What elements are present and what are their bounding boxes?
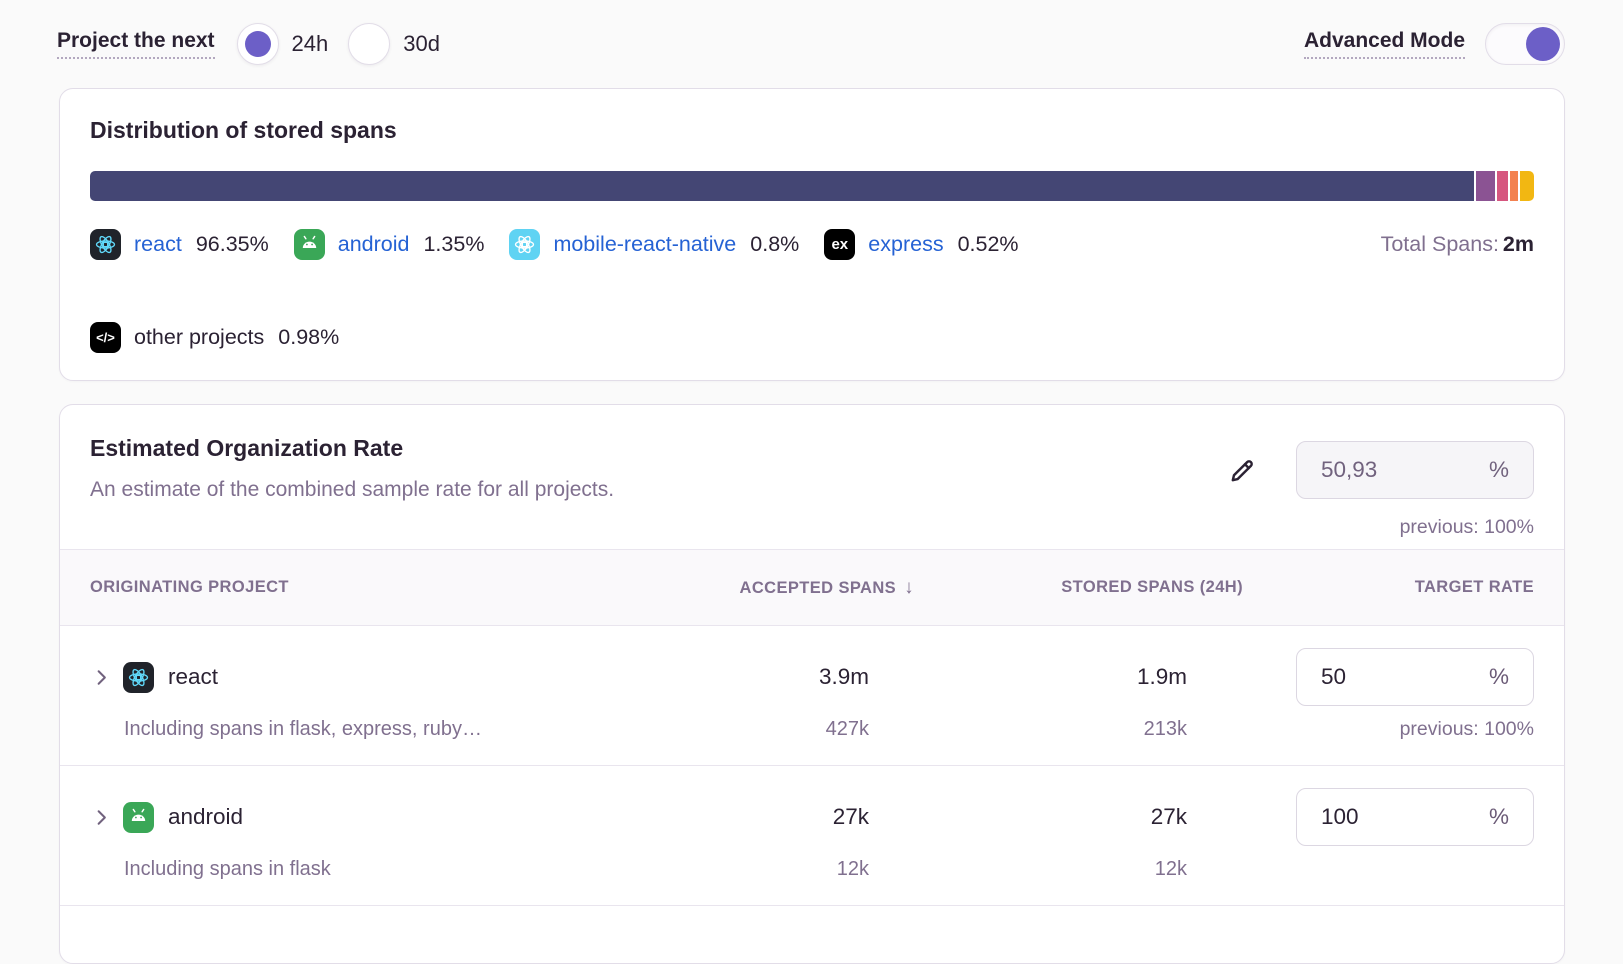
stored-spans-value: 27k: [914, 804, 1243, 830]
advanced-mode-control: Advanced Mode: [1304, 23, 1565, 65]
period-radio-label: 30d: [403, 31, 440, 57]
table-row: react 3.9m 1.9m 50 % Including spans in …: [60, 626, 1564, 766]
legend-project-name[interactable]: react: [134, 232, 182, 257]
legend-project-name: other projects: [134, 325, 264, 350]
react-icon: [123, 662, 154, 693]
org-rate-value: 50,93: [1321, 457, 1377, 483]
radio-unselected-icon: [348, 23, 390, 65]
chevron-right-icon: [90, 806, 113, 829]
accepted-spans-subvalue: 12k: [644, 858, 914, 881]
legend-item: android 1.35%: [294, 229, 485, 260]
legend-project-name[interactable]: android: [338, 232, 410, 257]
project-subtext: Including spans in flask, express, ruby…: [124, 718, 644, 741]
org-rate-title: Estimated Organization Rate: [90, 435, 614, 462]
react-icon: [90, 229, 121, 260]
expand-row-button[interactable]: [90, 666, 113, 689]
target-rate-previous: previous: 100%: [1243, 718, 1534, 741]
accepted-spans-value: 3.9m: [644, 664, 914, 690]
table-header: ORIGINATING PROJECT ACCEPTED SPANS↓ STOR…: [60, 549, 1564, 626]
accepted-spans-value: 27k: [644, 804, 914, 830]
radio-selected-icon: [237, 23, 279, 65]
project-name: react: [168, 664, 218, 690]
org-rate-previous: previous: 100%: [1400, 516, 1534, 539]
sort-desc-icon: ↓: [904, 577, 914, 598]
period-radio-30d[interactable]: 30d: [348, 23, 440, 65]
advanced-mode-label: Advanced Mode: [1304, 29, 1465, 59]
accepted-spans-subvalue: 427k: [644, 718, 914, 741]
distribution-title: Distribution of stored spans: [90, 117, 1534, 144]
chevron-right-icon: [90, 666, 113, 689]
target-rate-value: 50: [1321, 664, 1346, 690]
target-rate-unit: %: [1489, 664, 1509, 690]
stored-spans-subvalue: 12k: [914, 858, 1243, 881]
table-row: android 27k 27k 100 % Including spans in…: [60, 766, 1564, 906]
code-icon: </>: [90, 322, 121, 353]
target-rate-input[interactable]: 50 %: [1296, 648, 1534, 706]
distribution-card: Distribution of stored spans react 96.35…: [59, 88, 1565, 381]
advanced-mode-toggle[interactable]: [1485, 23, 1565, 65]
table-body: react 3.9m 1.9m 50 % Including spans in …: [60, 626, 1564, 906]
android-icon: [123, 802, 154, 833]
legend-project-percent: 1.35%: [423, 232, 484, 257]
org-rate-text: Estimated Organization Rate An estimate …: [90, 435, 614, 539]
period-radio-group: 24h 30d: [237, 23, 460, 65]
expand-row-button[interactable]: [90, 806, 113, 829]
legend-project-name[interactable]: mobile-react-native: [553, 232, 736, 257]
top-controls: Project the next 24h 30d Advanced Mode: [57, 20, 1565, 68]
col-stored-spans: STORED SPANS (24H): [914, 578, 1243, 597]
total-spans: Total Spans:2m: [1381, 232, 1534, 257]
toggle-knob-icon: [1526, 27, 1560, 61]
target-rate-value: 100: [1321, 804, 1359, 830]
legend-item: ex express 0.52%: [824, 229, 1018, 260]
period-radio-24h[interactable]: 24h: [237, 23, 329, 65]
stored-spans-subvalue: 213k: [914, 718, 1243, 741]
bar-segment-react[interactable]: [90, 171, 1474, 201]
pencil-icon: [1227, 455, 1258, 486]
legend-item: mobile-react-native 0.8%: [509, 229, 799, 260]
bar-segment-other-projects[interactable]: [1520, 171, 1534, 201]
legend-project-percent: 96.35%: [196, 232, 269, 257]
org-rate-section: Estimated Organization Rate An estimate …: [60, 405, 1564, 549]
total-spans-value: 2m: [1503, 232, 1534, 256]
sampling-card: Estimated Organization Rate An estimate …: [59, 404, 1565, 964]
bar-segment-express[interactable]: [1510, 171, 1517, 201]
legend-project-percent: 0.98%: [278, 325, 339, 350]
col-target-rate: TARGET RATE: [1243, 578, 1534, 597]
project-the-next-label: Project the next: [57, 29, 215, 59]
bar-segment-android[interactable]: [1476, 171, 1495, 201]
react-native-icon: [509, 229, 540, 260]
org-rate-description: An estimate of the combined sample rate …: [90, 478, 614, 502]
android-icon: [294, 229, 325, 260]
org-rate-unit: %: [1489, 457, 1509, 483]
project-name: android: [168, 804, 243, 830]
distribution-legend: react 96.35% android 1.35% mobile-react-…: [90, 229, 1534, 353]
target-rate-input[interactable]: 100 %: [1296, 788, 1534, 846]
target-rate-unit: %: [1489, 804, 1509, 830]
projection-period-control: Project the next 24h 30d: [57, 23, 460, 65]
org-rate-input[interactable]: 50,93 %: [1296, 441, 1534, 499]
legend-project-percent: 0.8%: [750, 232, 799, 257]
stored-spans-value: 1.9m: [914, 664, 1243, 690]
org-rate-input-area: 50,93 % previous: 100%: [1227, 435, 1534, 539]
col-accepted-spans[interactable]: ACCEPTED SPANS↓: [644, 577, 914, 599]
project-cell: android: [90, 802, 644, 833]
legend-item: </> other projects 0.98%: [90, 322, 339, 353]
project-subtext: Including spans in flask: [124, 858, 644, 881]
bar-segment-mobile-react-native[interactable]: [1497, 171, 1508, 201]
col-originating-project: ORIGINATING PROJECT: [90, 578, 644, 597]
period-radio-label: 24h: [292, 31, 329, 57]
project-cell: react: [90, 662, 644, 693]
legend-item: react 96.35%: [90, 229, 269, 260]
edit-rate-button[interactable]: [1227, 455, 1258, 486]
legend-project-name[interactable]: express: [868, 232, 943, 257]
express-icon: ex: [824, 229, 855, 260]
legend-project-percent: 0.52%: [958, 232, 1019, 257]
total-spans-label: Total Spans:: [1381, 232, 1499, 256]
stored-spans-stacked-bar: [90, 171, 1534, 201]
